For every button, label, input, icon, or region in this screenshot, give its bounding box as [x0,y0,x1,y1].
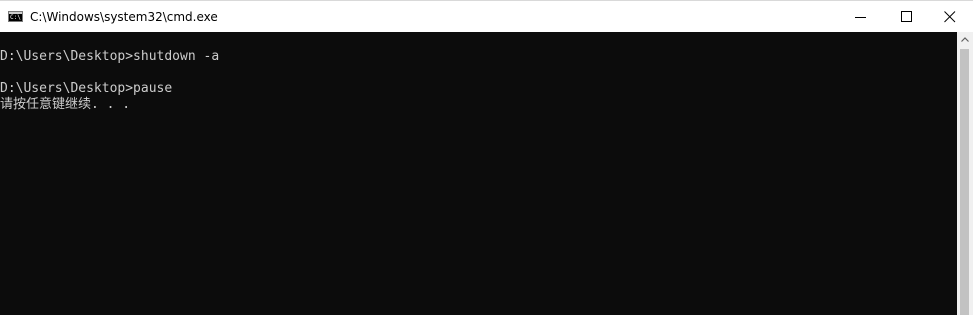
vertical-scrollbar[interactable] [957,32,973,315]
console-line: 请按任意键继续. . . [0,97,131,112]
chevron-up-icon [961,37,969,42]
console-output[interactable]: D:\Users\Desktop>shutdown -a D:\Users\De… [0,32,957,315]
maximize-button[interactable] [884,1,930,33]
scroll-thumb[interactable] [960,49,969,315]
close-button[interactable] [927,1,973,33]
scroll-up-button[interactable] [957,32,973,48]
cmd-window: C:\ C:\Windows\system32\cmd.exe D:\Users… [0,0,973,315]
cmd-icon-glyph: C:\ [10,14,21,21]
maximize-icon [901,11,912,22]
console-line: D:\Users\Desktop>shutdown -a [0,49,220,64]
cmd-icon[interactable]: C:\ [8,11,23,22]
window-title: C:\Windows\system32\cmd.exe [30,10,218,24]
minimize-button[interactable] [838,1,884,33]
close-icon [944,11,956,23]
console-line: D:\Users\Desktop>pause [0,81,173,96]
minimize-icon [855,17,866,18]
title-bar[interactable]: C:\ C:\Windows\system32\cmd.exe [0,0,973,32]
